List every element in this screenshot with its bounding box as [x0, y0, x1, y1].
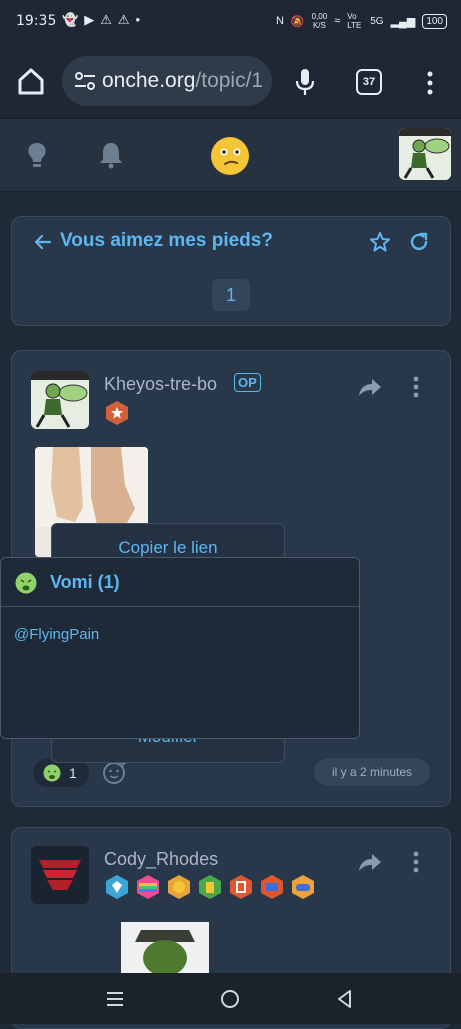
topic-title[interactable]: Vous aimez mes pieds?	[60, 230, 273, 252]
battery-icon: 100	[422, 13, 447, 29]
reaction-popup-header: Vomi (1)	[1, 558, 359, 607]
post-author-name[interactable]: Cody_Rhodes	[104, 849, 218, 870]
notification-icons: 👻 ▶ ⚠ ⚠ •	[62, 12, 140, 28]
network-speed: 0,00 K/S	[311, 12, 328, 30]
reaction-count: 1	[69, 765, 77, 781]
rank-badge-icon	[106, 401, 128, 425]
user-avatar[interactable]	[399, 128, 451, 180]
tab-switcher-button[interactable]: 37	[356, 69, 382, 95]
android-navigation-bar	[0, 973, 461, 1024]
status-bar: 19:35 👻 ▶ ⚠ ⚠ • N 🔕 0,00 K/S ≈ Vo LTE 5G…	[0, 0, 461, 44]
signal-icon: ▂▄▆	[390, 15, 416, 28]
snapchat-icon: 👻	[62, 12, 79, 27]
home-icon[interactable]	[16, 66, 46, 96]
status-time: 19:35	[16, 13, 57, 29]
browser-toolbar: onche.org/topic/1 37	[0, 44, 461, 118]
badge-p-icon	[230, 875, 252, 899]
dot-icon: •	[135, 12, 141, 27]
post-options-icon[interactable]	[412, 851, 420, 873]
reaction-vomit-pill[interactable]: 1	[33, 759, 89, 787]
nfc-icon: N	[275, 15, 284, 27]
badge-beer-icon	[199, 875, 221, 899]
more-menu-icon[interactable]	[420, 70, 440, 96]
home-nav-icon[interactable]	[219, 988, 241, 1010]
refresh-icon[interactable]	[408, 231, 430, 253]
badge-diamond-icon	[106, 875, 128, 899]
notifications-bell-icon[interactable]	[98, 141, 124, 169]
warning-icon: ⚠	[117, 12, 130, 27]
recent-apps-icon[interactable]	[104, 988, 126, 1010]
badge-gamepad-icon	[292, 875, 314, 899]
post-options-icon[interactable]	[412, 376, 420, 398]
site-settings-icon[interactable]	[74, 71, 96, 91]
post-timestamp: il y a 2 minutes	[314, 758, 430, 786]
lightbulb-icon[interactable]	[25, 141, 49, 169]
post-author-avatar[interactable]	[31, 846, 89, 904]
url-bar[interactable]: onche.org/topic/1	[62, 56, 272, 106]
system-icons: N 🔕 0,00 K/S ≈ Vo LTE 5G ▂▄▆ 100	[276, 12, 447, 30]
mute-icon: 🔕	[290, 15, 305, 28]
wifi-icon: ≈	[334, 15, 341, 27]
site-logo-smiley[interactable]	[210, 136, 250, 176]
signal-label: 5G	[370, 15, 384, 27]
microphone-icon[interactable]	[294, 68, 316, 96]
reaction-popup-title: Vomi (1)	[50, 572, 120, 592]
badge-rainbow-icon	[137, 875, 159, 899]
badge-smiley-icon	[168, 875, 190, 899]
back-nav-icon[interactable]	[334, 988, 356, 1010]
op-badge: OP	[234, 373, 261, 392]
reaction-user-link[interactable]: @FlyingPain	[14, 626, 99, 643]
volte-label: Vo LTE	[347, 12, 362, 30]
topic-header-card: Vous aimez mes pieds? 1	[11, 216, 451, 326]
back-arrow-icon[interactable]	[34, 233, 52, 251]
reaction-users-popup: Vomi (1) @FlyingPain	[0, 557, 360, 739]
post-image-orc[interactable]	[121, 922, 209, 974]
warning-icon: ⚠	[100, 12, 112, 27]
vomit-emoji-icon	[43, 764, 61, 782]
post-author-name[interactable]: Kheyos-tre-bo	[104, 374, 217, 395]
copy-link-menu-item[interactable]: Copier le lien	[52, 538, 284, 558]
url-text: onche.org/topic/1	[102, 69, 264, 92]
share-icon[interactable]	[358, 852, 382, 872]
post-author-avatar[interactable]	[31, 371, 89, 429]
page-number-button[interactable]: 1	[212, 279, 250, 311]
badge-flag-icon	[261, 875, 283, 899]
share-icon[interactable]	[358, 377, 382, 397]
youtube-icon: ▶	[84, 12, 95, 27]
favorite-star-icon[interactable]	[369, 231, 391, 253]
vomit-emoji-icon	[15, 572, 37, 594]
